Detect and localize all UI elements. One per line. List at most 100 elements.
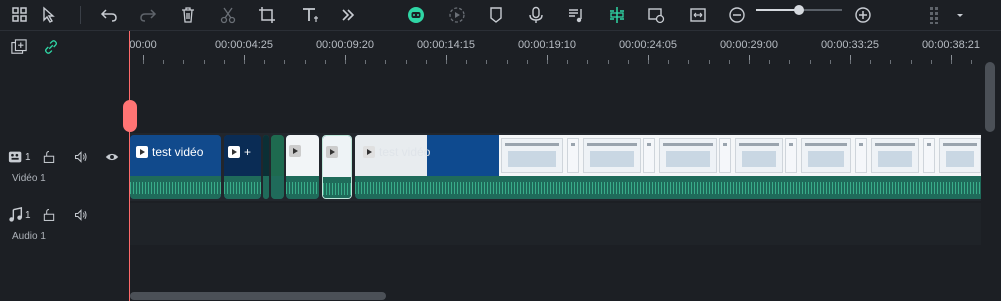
- playhead-handle[interactable]: [123, 100, 137, 132]
- lock-icon[interactable]: [40, 148, 58, 166]
- video-clip[interactable]: test vidéo: [130, 135, 221, 199]
- ruler-minor-tick: [365, 60, 366, 64]
- ruler-minor-tick: [628, 60, 629, 64]
- ruler-minor-tick: [143, 60, 144, 64]
- play-icon: [228, 146, 240, 158]
- zoom-slider[interactable]: [756, 5, 842, 15]
- video-clip[interactable]: [263, 135, 269, 199]
- ruler-minor-tick: [870, 60, 871, 64]
- split-icon[interactable]: [607, 5, 627, 25]
- clip-title: test vidéo: [152, 145, 204, 159]
- toolbar-divider: [80, 6, 81, 24]
- ruler-time-label: 00:00:24:05: [618, 39, 678, 51]
- lock-icon[interactable]: [40, 206, 58, 224]
- ruler-time-label: 00:00:04:25: [214, 39, 274, 51]
- ruler-minor-tick: [648, 60, 649, 64]
- ai-avatar-icon[interactable]: [406, 5, 426, 25]
- ruler-time-label: 00:00:38:21: [921, 39, 981, 51]
- playhead[interactable]: [129, 31, 130, 301]
- ruler-minor-tick: [345, 60, 346, 64]
- speaker-icon[interactable]: [72, 206, 90, 224]
- speaker-icon[interactable]: [72, 148, 90, 166]
- grid-menu-icon[interactable]: [925, 5, 947, 25]
- ruler-time-label: 00:00:14:15: [416, 39, 476, 51]
- crop-icon[interactable]: [257, 5, 277, 25]
- video-track-icon: [7, 148, 25, 166]
- ruler-minor-tick: [284, 60, 285, 64]
- play-icon: [289, 145, 301, 157]
- ruler-minor-tick: [608, 60, 609, 64]
- play-icon: [326, 146, 338, 158]
- video-clip[interactable]: test vidéo: [355, 135, 981, 199]
- vertical-scrollbar[interactable]: [985, 62, 995, 132]
- play-icon: [363, 146, 375, 158]
- ruler-minor-tick: [466, 60, 467, 64]
- undo-icon[interactable]: [99, 5, 119, 25]
- ruler-minor-tick: [890, 60, 891, 64]
- audio-track-icon: [7, 206, 25, 224]
- more-icon[interactable]: [338, 5, 358, 25]
- audio-track-label: Audio 1: [12, 231, 46, 242]
- text-icon[interactable]: [300, 5, 320, 25]
- cut-icon[interactable]: [218, 5, 238, 25]
- zoom-in-icon[interactable]: [853, 5, 873, 25]
- ruler-minor-tick: [446, 60, 447, 64]
- horizontal-scrollbar[interactable]: [130, 292, 386, 300]
- eye-icon[interactable]: [103, 148, 121, 166]
- zoom-slider-handle[interactable]: [794, 5, 804, 15]
- ruler-minor-tick: [830, 60, 831, 64]
- ruler-minor-tick: [668, 60, 669, 64]
- preview-render-icon[interactable]: [646, 5, 666, 25]
- redo-icon[interactable]: [138, 5, 158, 25]
- timeline-tracks[interactable]: test vidéo + test vidéo: [129, 65, 981, 301]
- music-note-icon[interactable]: [566, 5, 586, 25]
- clip-title: +: [244, 145, 252, 159]
- ruler-minor-tick: [810, 60, 811, 64]
- timeline-toolbar: [0, 0, 1001, 31]
- ruler-time-label: 00:00: [129, 39, 157, 51]
- speed-icon[interactable]: [447, 5, 467, 25]
- link-icon[interactable]: [42, 38, 60, 56]
- ruler-minor-tick: [789, 60, 790, 64]
- ruler-minor-tick: [951, 60, 952, 64]
- layout-icon[interactable]: [10, 5, 30, 25]
- chevron-down-icon[interactable]: [950, 5, 970, 25]
- video-clip[interactable]: +: [224, 135, 261, 199]
- ruler-minor-tick: [911, 60, 912, 64]
- zoom-out-icon[interactable]: [727, 5, 747, 25]
- ruler-minor-tick: [587, 60, 588, 64]
- ruler-minor-tick: [183, 60, 184, 64]
- ruler-minor-tick: [709, 60, 710, 64]
- ruler-minor-tick: [305, 60, 306, 64]
- ruler-minor-tick: [224, 60, 225, 64]
- ruler-minor-tick: [426, 60, 427, 64]
- audio-track-lane[interactable]: [129, 203, 981, 245]
- ruler-minor-tick: [971, 60, 972, 64]
- microphone-icon[interactable]: [526, 5, 546, 25]
- zoom-slider-fill: [756, 9, 799, 11]
- marker-icon[interactable]: [486, 5, 506, 25]
- select-tool-icon[interactable]: [40, 5, 60, 25]
- delete-icon[interactable]: [178, 5, 198, 25]
- ruler-minor-tick: [749, 60, 750, 64]
- ruler-minor-tick: [244, 60, 245, 64]
- ruler-minor-tick: [547, 60, 548, 64]
- ruler-minor-tick: [163, 60, 164, 64]
- ruler-minor-tick: [567, 60, 568, 64]
- ruler-time-label: 00:00:19:10: [517, 39, 577, 51]
- time-ruler[interactable]: 00:00 00:00:04:25 00:00:09:20 00:00:14:15 00…: [129, 31, 981, 65]
- ruler-minor-tick: [850, 60, 851, 64]
- ruler-minor-tick: [325, 60, 326, 64]
- ruler-minor-tick: [769, 60, 770, 64]
- ruler-minor-tick: [486, 60, 487, 64]
- video-clip[interactable]: [286, 135, 319, 199]
- ruler-minor-tick: [406, 60, 407, 64]
- fit-icon[interactable]: [688, 5, 708, 25]
- add-track-icon[interactable]: [10, 38, 28, 56]
- video-clip[interactable]: [271, 135, 284, 199]
- video-clip[interactable]: [322, 135, 352, 199]
- play-icon: [136, 146, 148, 158]
- ruler-time-label: 00:00:09:20: [315, 39, 375, 51]
- ruler-minor-tick: [688, 60, 689, 64]
- track-header-panel: 1 Vidéo 1 1 Audio 1: [0, 31, 128, 301]
